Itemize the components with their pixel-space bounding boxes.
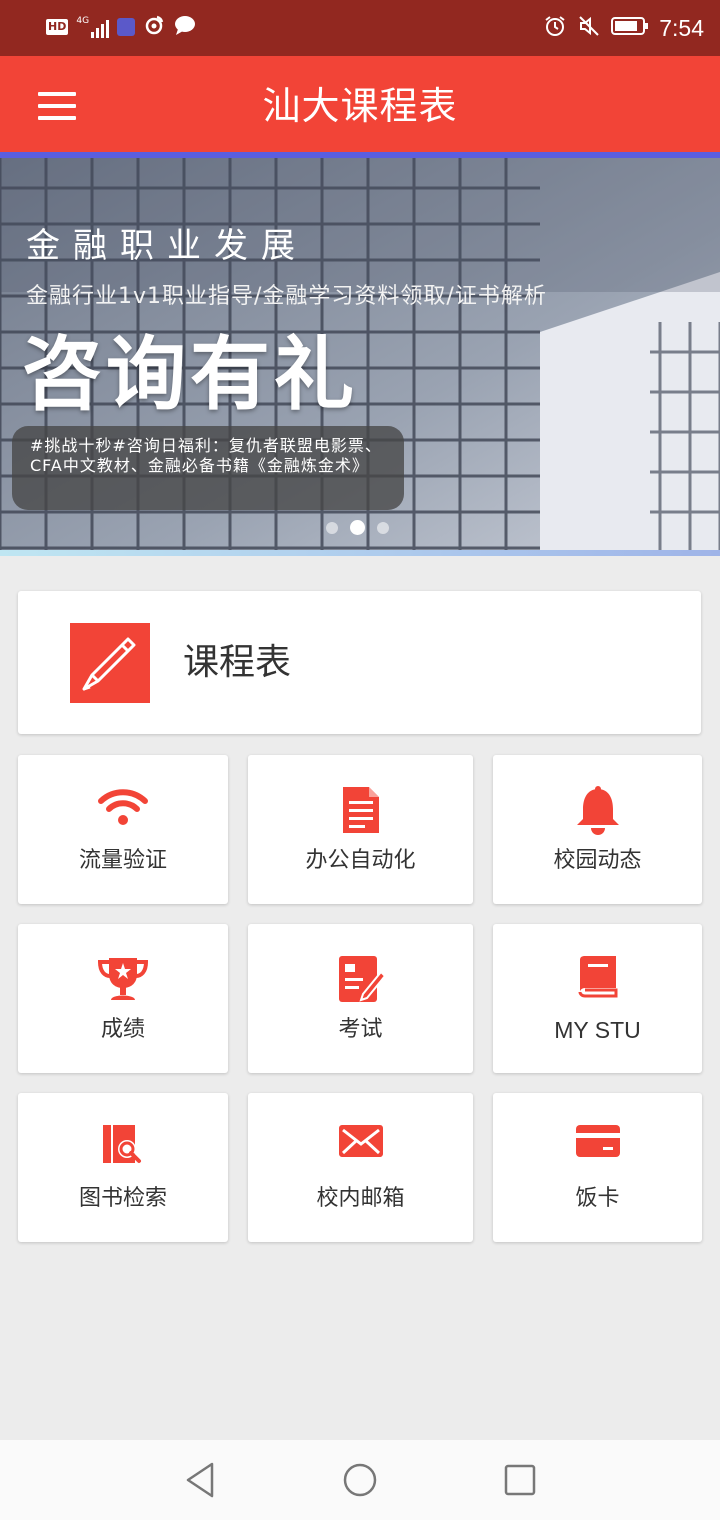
tile-library-search[interactable]: 图书检索 <box>18 1093 228 1242</box>
tile-traffic-verify[interactable]: 流量验证 <box>18 755 228 904</box>
tile-grades[interactable]: 成绩 <box>18 924 228 1073</box>
document-icon <box>333 785 389 835</box>
status-icons-right: 7:54 <box>543 14 704 42</box>
tile-exam[interactable]: 考试 <box>248 924 473 1073</box>
alarm-icon <box>543 14 567 42</box>
mail-icon <box>333 1123 389 1173</box>
exam-icon <box>333 954 389 1004</box>
carousel-dot[interactable] <box>377 521 389 534</box>
bell-icon <box>570 785 626 835</box>
tile-label: 校内邮箱 <box>316 1186 405 1211</box>
pencil-icon <box>70 623 150 703</box>
tile-label: 办公自动化 <box>305 848 416 873</box>
promo-banner[interactable]: 金融职业发展 金融行业1v1职业指导/金融学习资料领取/证书解析 咨询有礼 #挑… <box>0 152 720 556</box>
banner-caption: #挑战十秒#咨询日福利：复仇者联盟电影票、CFA中文教材、金融必备书籍《金融炼金… <box>12 426 404 510</box>
tile-label: 考试 <box>338 1017 383 1042</box>
carousel-dot-active[interactable] <box>350 520 365 535</box>
tile-label: 成绩 <box>100 1017 145 1042</box>
app-bar: 汕大课程表 <box>0 56 720 152</box>
chat-bubble-icon <box>173 14 197 40</box>
banner-headline: 咨询有礼 <box>22 328 358 421</box>
tile-campus-news[interactable]: 校园动态 <box>493 755 702 904</box>
wifi-icon <box>95 785 151 835</box>
carousel-dot[interactable] <box>326 521 338 534</box>
schedule-card[interactable]: 课程表 <box>18 591 701 734</box>
tile-meal-card[interactable]: 饭卡 <box>493 1093 702 1242</box>
card-icon <box>570 1123 626 1173</box>
status-icons-left: HD 4G <box>46 14 197 40</box>
tile-office-automation[interactable]: 办公自动化 <box>248 755 473 904</box>
app-title: 汕大课程表 <box>262 84 458 128</box>
tile-label: 饭卡 <box>575 1186 620 1211</box>
tile-label: MY STU <box>554 1017 641 1043</box>
signal-icon: 4G <box>76 16 110 38</box>
status-bar: HD 4G 7:54 <box>0 0 720 56</box>
tile-label: 流量验证 <box>78 848 167 873</box>
tile-campus-mail[interactable]: 校内邮箱 <box>248 1093 473 1242</box>
app-notification-icon <box>117 18 136 36</box>
clock: 7:54 <box>659 15 704 41</box>
tile-label: 校园动态 <box>553 848 642 873</box>
network-type: 4G <box>76 16 90 26</box>
home-icon[interactable] <box>330 1460 390 1500</box>
recents-icon[interactable] <box>490 1460 550 1500</box>
tile-label: 图书检索 <box>78 1186 167 1211</box>
back-icon[interactable] <box>170 1460 230 1500</box>
trophy-icon <box>95 954 151 1004</box>
weibo-icon <box>143 14 165 40</box>
banner-heading: 金融职业发展 <box>26 226 308 266</box>
tile-my-stu[interactable]: MY STU <box>493 924 702 1073</box>
mute-icon <box>577 14 601 42</box>
book-icon <box>570 954 626 1004</box>
system-nav-bar <box>0 1440 720 1520</box>
schedule-label: 课程表 <box>183 642 292 683</box>
book-search-icon <box>95 1123 151 1173</box>
banner-bottom-strip <box>0 550 720 556</box>
carousel-indicator <box>326 520 389 535</box>
hd-badge: HD <box>46 19 69 35</box>
banner-subheading: 金融行业1v1职业指导/金融学习资料领取/证书解析 <box>26 284 547 309</box>
banner-top-strip <box>0 152 720 158</box>
battery-icon <box>611 15 649 41</box>
